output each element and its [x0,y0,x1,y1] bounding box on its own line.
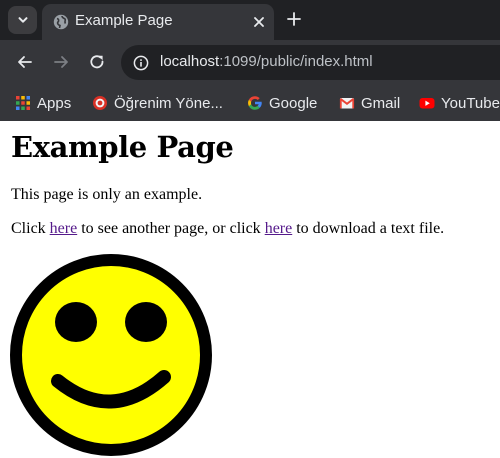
tab-bar: Example Page [0,0,500,40]
apps-grid-icon [16,96,30,110]
new-tab-plus-icon[interactable] [286,11,302,27]
tab-search-button[interactable] [8,6,37,34]
url-text[interactable]: localhost:1099/public/index.html [160,53,373,70]
another-page-link[interactable]: here [50,220,78,237]
bookmarks-bar: Apps Öğrenim Yöne... Google Gmail YouTub… [0,85,500,121]
download-file-link[interactable]: here [265,220,293,237]
url-host: localhost [160,53,220,70]
smiley-face-image [10,254,212,456]
links-paragraph: Click here to see another page, or click… [11,220,444,238]
links-text-2: to see another page, or click [77,220,265,237]
chevron-down-icon [18,17,27,23]
back-arrow-icon[interactable] [16,53,34,71]
youtube-icon [419,98,435,109]
close-tab-icon[interactable] [251,14,267,30]
bookmark-label: Gmail [361,94,401,112]
bookmark-label: Apps [37,94,72,112]
browser-chrome: Example Page localhost:1099/public/index… [0,0,500,121]
bookmark-youtube[interactable]: YouTube [419,92,500,114]
bookmark-label: Öğrenim Yöne... [114,94,223,112]
active-tab[interactable]: Example Page [42,4,274,40]
address-bar[interactable]: localhost:1099/public/index.html [121,45,500,80]
bookmark-google[interactable]: Google [247,92,317,114]
smiley-right-eye [125,302,167,342]
navigation-toolbar: localhost:1099/public/index.html [0,40,500,85]
links-text-1: Click [11,220,50,237]
target-icon [93,96,107,110]
tab-title: Example Page [75,12,173,29]
smiley-face-circle [10,254,212,456]
reload-icon[interactable] [88,53,106,71]
page-content: Example Page This page is only an exampl… [0,121,500,458]
site-info-icon[interactable] [133,55,149,71]
page-heading: Example Page [11,130,234,164]
bookmark-label: Google [269,94,318,112]
smiley-left-eye [55,302,97,342]
url-path: :1099/public/index.html [219,53,373,70]
google-icon [248,96,262,110]
gmail-icon [339,98,355,109]
bookmark-ogrenim[interactable]: Öğrenim Yöne... [92,92,223,114]
forward-arrow-icon[interactable] [52,53,70,71]
bookmark-label: YouTube [441,94,500,112]
bookmark-gmail[interactable]: Gmail [339,92,400,114]
globe-icon [53,14,69,30]
intro-paragraph: This page is only an example. [11,186,203,203]
links-text-3: to download a text file. [292,220,445,237]
bookmark-apps[interactable]: Apps [15,92,71,114]
